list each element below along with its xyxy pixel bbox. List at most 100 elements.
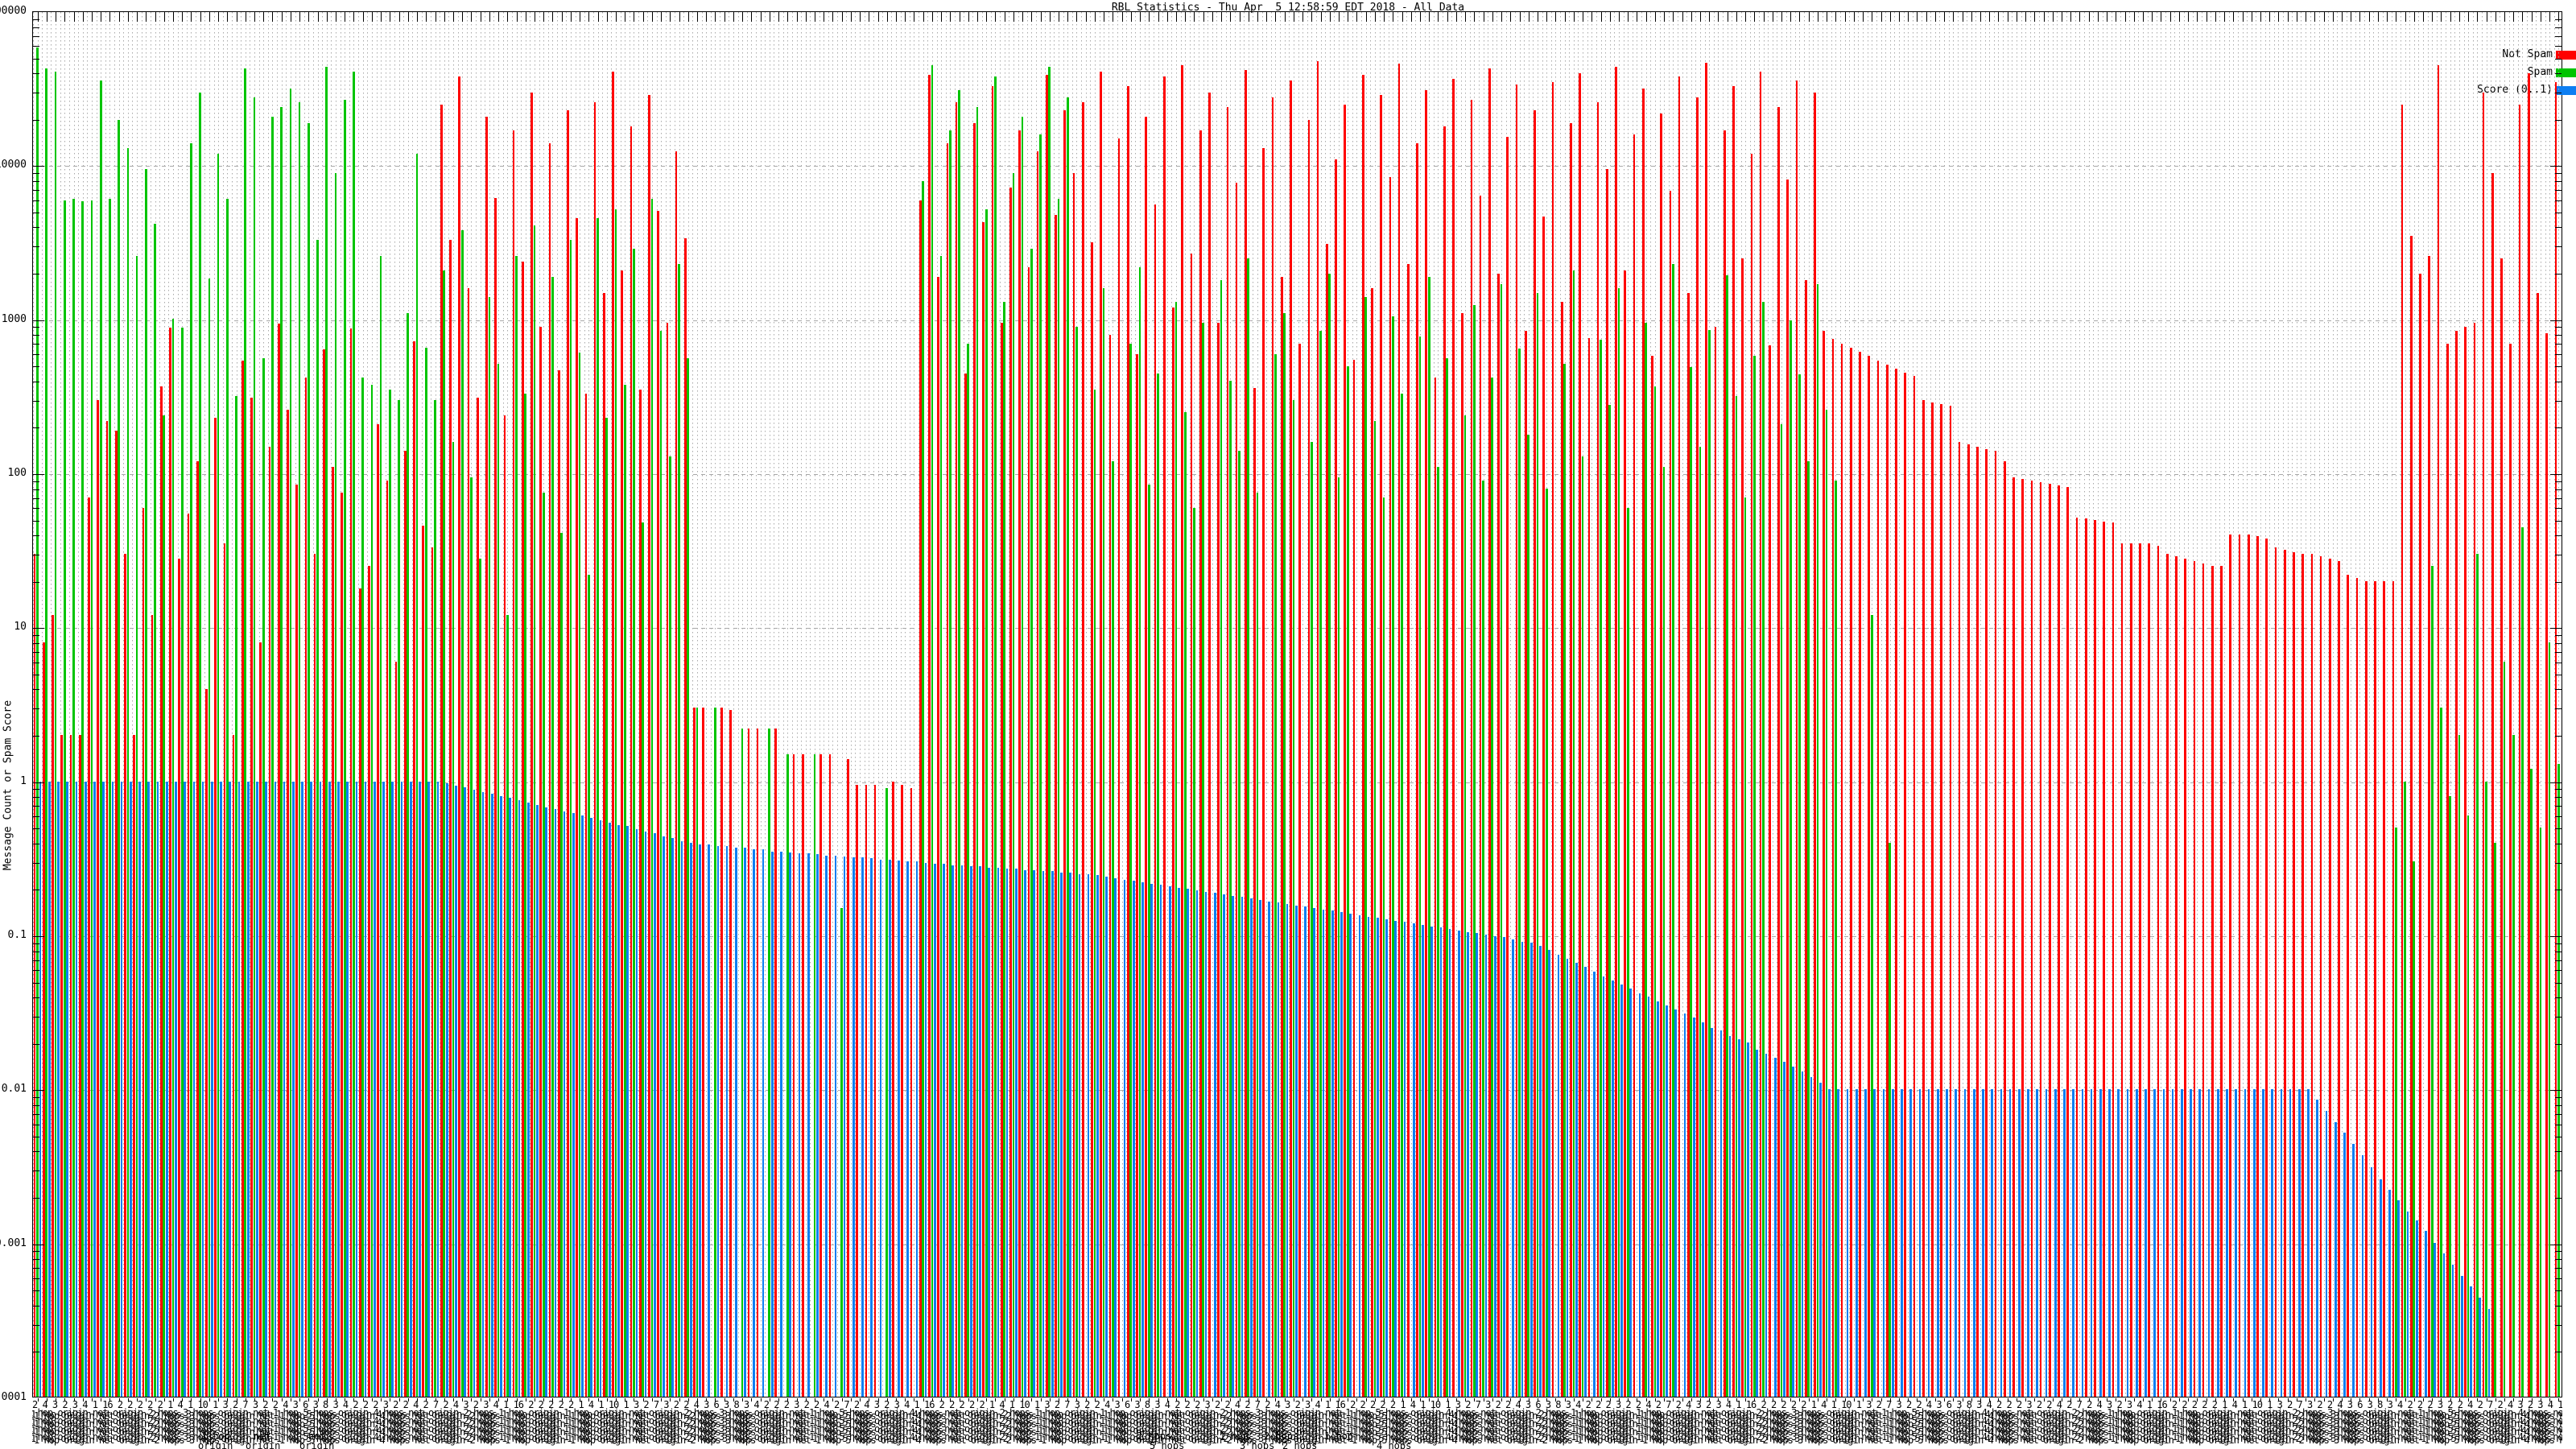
x-tick-top: [2413, 12, 2415, 22]
y-tick-label: 10: [14, 621, 27, 634]
y-tick-minor-right: [2555, 708, 2562, 710]
y-tick-label: 0.001: [0, 1236, 27, 1249]
y-tick-minor-left: [33, 189, 39, 191]
y-tick-minor-left: [33, 46, 39, 47]
x-tick-top: [1519, 12, 1521, 22]
y-tick-minor-left: [33, 366, 39, 368]
y-tick-minor-left: [33, 274, 39, 275]
x-tick-top: [1591, 12, 1593, 22]
y-tick-minor-left: [33, 1097, 39, 1099]
y-tick-minor-right: [2555, 354, 2562, 356]
y-tick-major-right: [2550, 474, 2562, 475]
x-tick-top: [2070, 12, 2072, 22]
y-tick-minor-right: [2555, 1305, 2562, 1307]
y-tick-minor-right: [2555, 173, 2562, 175]
y-tick-minor-left: [33, 797, 39, 799]
y-tick-minor-left: [33, 581, 39, 583]
y-tick-minor-left: [33, 508, 39, 510]
y-tick-minor-left: [33, 1259, 39, 1261]
x-tick-top: [1031, 12, 1033, 22]
y-tick-minor-right: [2555, 481, 2562, 482]
x-tick-top: [254, 12, 255, 22]
y-tick-minor-left: [33, 344, 39, 345]
x-tick-top: [1140, 12, 1141, 22]
x-tick-top: [1067, 12, 1069, 22]
x-tick-top: [462, 12, 464, 22]
x-tick-top: [2450, 12, 2451, 22]
x-tick-top: [1447, 12, 1448, 22]
x-tick-top: [860, 12, 861, 22]
y-tick-minor-left: [33, 1324, 39, 1326]
x-tick-top: [1682, 12, 1683, 22]
x-tick-top: [886, 12, 888, 22]
x-tick-top: [1221, 12, 1223, 22]
x-tick-top: [1492, 12, 1493, 22]
x-tick-top: [308, 12, 310, 22]
x-tick-top: [398, 12, 400, 22]
x-tick-top: [742, 12, 744, 22]
x-tick-top: [1185, 12, 1187, 22]
x-tick-top: [1863, 12, 1864, 22]
x-tick-top: [561, 12, 563, 22]
x-tick-top: [724, 12, 725, 22]
y-tick-minor-left: [33, 1017, 39, 1018]
y-tick-minor-left: [33, 960, 39, 961]
x-tick-top: [1736, 12, 1737, 22]
y-tick-minor-right: [2555, 327, 2562, 328]
x-tick-top: [787, 12, 789, 22]
y-tick-minor-left: [33, 862, 39, 864]
x-tick-top: [2558, 12, 2560, 22]
y-tick-minor-left: [33, 1113, 39, 1115]
x-tick-top: [381, 12, 382, 22]
x-tick-top: [715, 12, 716, 22]
y-tick-minor-left: [33, 489, 39, 490]
y-tick-label: 0.0001: [0, 1391, 27, 1403]
x-tick-top: [2152, 12, 2153, 22]
x-tick-top: [1212, 12, 1213, 22]
x-tick-top: [2387, 12, 2388, 22]
y-tick-minor-left: [33, 1305, 39, 1307]
y-tick-minor-right: [2555, 400, 2562, 402]
x-tick-top: [1230, 12, 1232, 22]
x-tick-top: [1356, 12, 1358, 22]
x-tick-top: [1781, 12, 1783, 22]
x-tick-top: [1049, 12, 1051, 22]
x-tick-top: [850, 12, 852, 22]
x-tick-top: [1609, 12, 1611, 22]
y-tick-minor-right: [2555, 520, 2562, 522]
x-axis-label-band: 2 4 3 2 3 4 1 16 2 2 2 2 2 1 4 1 10 1 3 …: [32, 1398, 2562, 1449]
x-tick-top: [1175, 12, 1177, 22]
y-tick-minor-right: [2555, 366, 2562, 368]
x-tick-top: [1528, 12, 1530, 22]
y-tick-minor-left: [33, 227, 39, 229]
y-tick-minor-right: [2555, 73, 2562, 75]
x-tick-top: [200, 12, 201, 22]
x-tick-top: [552, 12, 554, 22]
x-tick-top: [1266, 12, 1268, 22]
x-tick-top: [1402, 12, 1403, 22]
y-tick-minor-left: [33, 1198, 39, 1199]
x-tick-top: [796, 12, 798, 22]
y-tick-minor-right: [2555, 1268, 2562, 1269]
x-tick-top: [2215, 12, 2216, 22]
x-tick-top: [2468, 12, 2470, 22]
x-tick-top: [2458, 12, 2460, 22]
x-tick-top: [2224, 12, 2226, 22]
x-tick-top: [2178, 12, 2180, 22]
plot-area: Not SpamSpamScore (0..1): [32, 11, 2576, 1402]
x-tick-top: [1926, 12, 1927, 22]
y-tick-minor-right: [2555, 1259, 2562, 1261]
y-tick-minor-right: [2555, 689, 2562, 691]
x-label-fragment: origin: [198, 1440, 233, 1449]
y-tick-minor-left: [33, 354, 39, 356]
x-tick-top: [679, 12, 680, 22]
x-tick-top: [1465, 12, 1467, 22]
x-label-fragment: 1 hop: [1324, 1430, 1354, 1442]
y-tick-minor-left: [33, 1290, 39, 1292]
x-tick-top: [1166, 12, 1168, 22]
y-tick-minor-right: [2555, 1113, 2562, 1115]
x-tick-top: [2513, 12, 2515, 22]
y-tick-minor-right: [2555, 335, 2562, 336]
x-tick-top: [1158, 12, 1159, 22]
x-tick-top: [2287, 12, 2289, 22]
